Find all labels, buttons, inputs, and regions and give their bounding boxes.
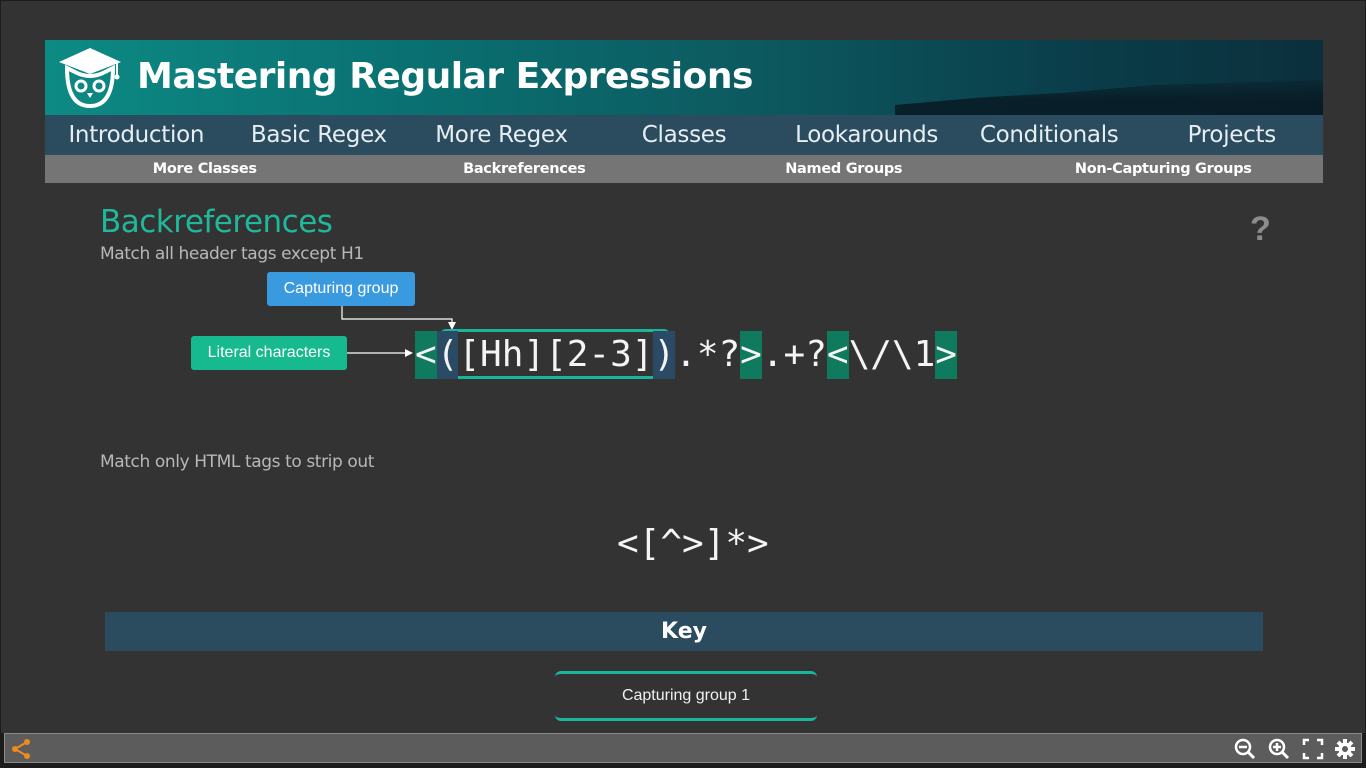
- regex-literal-gt-2: >: [935, 331, 957, 379]
- nav-item-lookarounds[interactable]: Lookarounds: [775, 115, 958, 155]
- nav-item-introduction[interactable]: Introduction: [45, 115, 228, 155]
- nav-item-conditionals[interactable]: Conditionals: [958, 115, 1141, 155]
- regex-backreference: \/\1: [848, 334, 936, 375]
- regex-literal-lt-2: <: [826, 331, 849, 379]
- zoom-in-icon[interactable]: [1267, 737, 1291, 761]
- regex-literal-lt: <: [415, 331, 437, 379]
- help-icon[interactable]: ?: [1250, 210, 1271, 249]
- nav-item-basic-regex[interactable]: Basic Regex: [228, 115, 411, 155]
- callout-capturing-group: Capturing group: [267, 272, 415, 306]
- nav-item-more-regex[interactable]: More Regex: [410, 115, 593, 155]
- sub-nav: More Classes Backreferences Named Groups…: [45, 155, 1323, 183]
- example1-description: Match all header tags except H1: [100, 244, 364, 264]
- nav-item-classes[interactable]: Classes: [593, 115, 776, 155]
- example2-description: Match only HTML tags to strip out: [100, 452, 375, 472]
- subnav-item-named-groups[interactable]: Named Groups: [684, 155, 1004, 183]
- banner: Mastering Regular Expressions: [45, 40, 1323, 115]
- regex-group-body: [Hh][2-3]: [458, 334, 654, 375]
- banner-landscape: [895, 80, 1323, 115]
- fullscreen-icon[interactable]: [1301, 737, 1325, 761]
- regex-lazy-any-2: .+?: [761, 334, 827, 375]
- regex-group-close: ): [653, 331, 676, 379]
- zoom-out-icon[interactable]: [1233, 737, 1257, 761]
- gear-icon[interactable]: [1333, 737, 1357, 761]
- nav-item-projects[interactable]: Projects: [1140, 115, 1323, 155]
- regex-group-open: (: [436, 331, 459, 379]
- regex-literal-gt: >: [740, 331, 762, 379]
- site-title: Mastering Regular Expressions: [137, 56, 753, 97]
- subnav-item-non-capturing-groups[interactable]: Non-Capturing Groups: [1004, 155, 1324, 183]
- share-icon[interactable]: [9, 737, 33, 761]
- regex-header-tags: <([Hh][2-3]) .*? > .+? < \/\1 >: [415, 331, 957, 379]
- subnav-item-backreferences[interactable]: Backreferences: [365, 155, 685, 183]
- page-title: Backreferences: [100, 204, 333, 240]
- key-item-capturing-group: Capturing group 1: [555, 671, 817, 721]
- regex-lazy-any: .*?: [675, 334, 741, 375]
- regex-strip-tags: <[^>]*>: [617, 523, 769, 564]
- owl-graduate-logo-icon: [59, 48, 121, 109]
- callout-literal-characters: Literal characters: [191, 336, 347, 370]
- key-header: Key: [105, 612, 1263, 651]
- subnav-item-more-classes[interactable]: More Classes: [45, 155, 365, 183]
- main-nav: Introduction Basic Regex More Regex Clas…: [45, 115, 1323, 155]
- bottom-toolbar: [4, 733, 1362, 763]
